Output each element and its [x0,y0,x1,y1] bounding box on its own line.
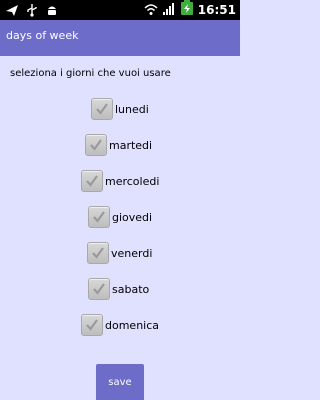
save-button[interactable]: save [96,364,144,400]
checkmark-icon [96,103,108,115]
day-label: venerdi [111,246,153,260]
checkmark-icon [93,283,105,295]
day-row-lunedi[interactable]: lunedi [91,97,149,121]
checkmark-icon [86,319,98,331]
checkbox-martedi[interactable] [85,134,107,156]
title-bar: days of week [0,20,240,56]
day-label: mercoledi [105,174,160,188]
status-bar: 16:51 [0,0,240,20]
day-row-mercoledi[interactable]: mercoledi [81,169,159,193]
day-label: giovedi [112,210,153,224]
day-row-sabato[interactable]: sabato [88,277,149,301]
day-row-giovedi[interactable]: giovedi [88,205,152,229]
day-row-venerdi[interactable]: venerdi [87,241,152,265]
checkmark-icon [92,247,104,259]
checkmark-icon [90,139,102,151]
day-label: sabato [112,282,150,296]
day-label: lunedi [115,102,149,116]
checkmark-icon [86,175,98,187]
signal-icon [162,1,176,20]
checkbox-venerdi[interactable] [87,242,109,264]
battery-charging-icon [180,0,194,20]
wifi-icon [144,1,158,20]
day-label: domenica [105,318,160,332]
app-title: days of week [6,29,79,42]
checkbox-sabato[interactable] [88,278,110,300]
instruction-text: seleziona i giorni che vuoi usare [10,68,171,79]
checkbox-giovedi[interactable] [88,206,110,228]
day-label: martedi [109,138,153,152]
checkbox-mercoledi[interactable] [81,170,103,192]
android-icon [44,3,60,17]
checkmark-icon [93,211,105,223]
day-row-martedi[interactable]: martedi [85,133,152,157]
usb-icon [24,3,40,17]
checkbox-lunedi[interactable] [91,98,113,120]
day-row-domenica[interactable]: domenica [81,313,159,337]
clock: 16:51 [197,3,236,17]
notification-icon [4,3,20,17]
checkbox-domenica[interactable] [81,314,103,336]
